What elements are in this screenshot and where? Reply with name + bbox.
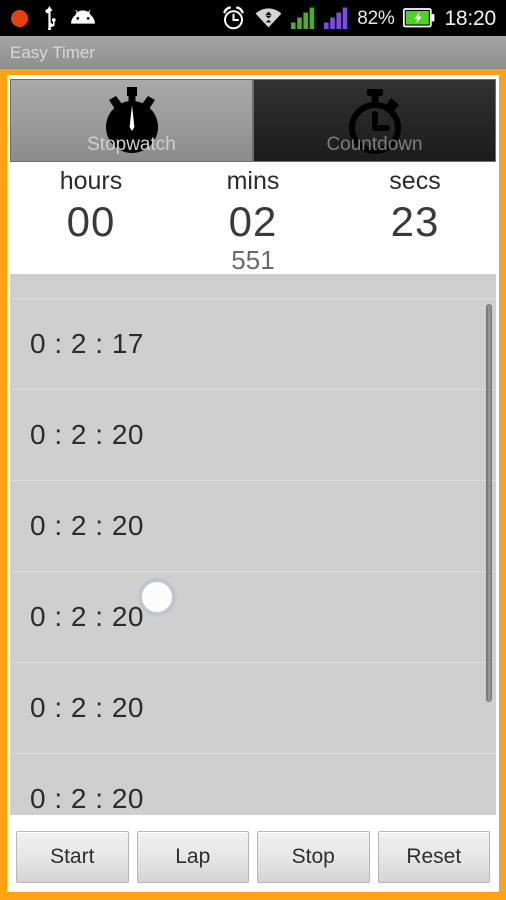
hours-value: 00: [66, 198, 116, 246]
lap-button[interactable]: Lap: [136, 831, 249, 883]
lap-row[interactable]: 0 : 2 : 20: [10, 481, 496, 573]
status-bar-left-icons: [0, 6, 95, 30]
lap-list-scroll-content: 0 : 2 : 16 0 : 2 : 17 0 : 2 : 20 0 : 2 : 20…: [10, 274, 496, 816]
time-columns: hours 00 mins 02 secs 23: [10, 166, 496, 248]
lap-time: 0 : 2 : 20: [30, 692, 144, 724]
signal-bars-green-icon: [291, 7, 315, 29]
control-button-bar: Start Lap Stop Reset: [10, 827, 496, 889]
lap-row[interactable]: 0 : 2 : 17: [10, 299, 496, 391]
status-bar: 82% 18:20: [0, 0, 506, 36]
app-title-bar: Easy Timer: [0, 36, 506, 69]
app-title: Easy Timer: [10, 42, 96, 62]
stop-button[interactable]: Stop: [257, 831, 370, 883]
tab-countdown-label: Countdown: [326, 134, 423, 155]
android-robot-icon: [71, 10, 95, 24]
app-frame: Stopwatch Countdown hours 00 mins 02 sec…: [0, 69, 506, 900]
lap-time: 0 : 2 : 20: [30, 510, 144, 542]
mins-value: 02: [228, 198, 278, 246]
wifi-icon: [255, 8, 282, 28]
time-display: hours 00 mins 02 secs 23 551: [10, 162, 496, 275]
lap-row[interactable]: 0 : 2 : 20: [10, 754, 496, 816]
lap-time: 0 : 2 : 20: [30, 783, 144, 815]
reset-button[interactable]: Reset: [377, 831, 490, 883]
alarm-clock-icon: [223, 5, 244, 29]
mins-label: mins: [226, 167, 280, 195]
tab-countdown[interactable]: Countdown: [253, 79, 496, 162]
app-content: Stopwatch Countdown hours 00 mins 02 sec…: [7, 75, 499, 892]
record-dot-icon: [11, 9, 28, 27]
lap-time: 0 : 2 : 17: [30, 328, 144, 360]
usb-icon: [45, 6, 56, 30]
signal-bars-purple-icon: [324, 7, 348, 29]
tab-bar: Stopwatch Countdown: [10, 79, 496, 162]
lap-time: 0 : 2 : 20: [30, 601, 144, 633]
battery-percent-label: 82%: [357, 7, 395, 29]
status-bar-clock: 18:20: [444, 6, 496, 30]
lap-list-scrollbar[interactable]: [486, 304, 492, 703]
tab-stopwatch[interactable]: Stopwatch: [10, 79, 253, 162]
time-column-secs[interactable]: secs 23: [334, 166, 496, 248]
time-column-hours[interactable]: hours 00: [10, 166, 172, 248]
lap-row[interactable]: 0 : 2 : 20: [10, 663, 496, 755]
start-button[interactable]: Start: [16, 831, 129, 883]
lap-list[interactable]: 0 : 2 : 16 0 : 2 : 17 0 : 2 : 20 0 : 2 : 20…: [10, 274, 496, 816]
secs-value: 23: [390, 198, 440, 246]
lap-time: 0 : 2 : 20: [30, 419, 144, 451]
tab-stopwatch-label: Stopwatch: [87, 134, 176, 155]
secs-label: secs: [389, 167, 441, 195]
time-column-mins[interactable]: mins 02: [172, 166, 334, 248]
lap-row[interactable]: 0 : 2 : 20: [10, 572, 496, 664]
phone-screen: 82% 18:20 Easy Timer Stopwatch Countdown…: [0, 0, 506, 900]
touch-pointer-indicator: [140, 580, 174, 615]
lap-row[interactable]: 0 : 2 : 16: [10, 274, 496, 300]
lap-row[interactable]: 0 : 2 : 20: [10, 390, 496, 482]
status-bar-right-icons: 82% 18:20: [221, 5, 506, 31]
milliseconds-value: 551: [231, 244, 275, 275]
hours-label: hours: [59, 167, 123, 195]
battery-charging-icon: [403, 8, 435, 28]
